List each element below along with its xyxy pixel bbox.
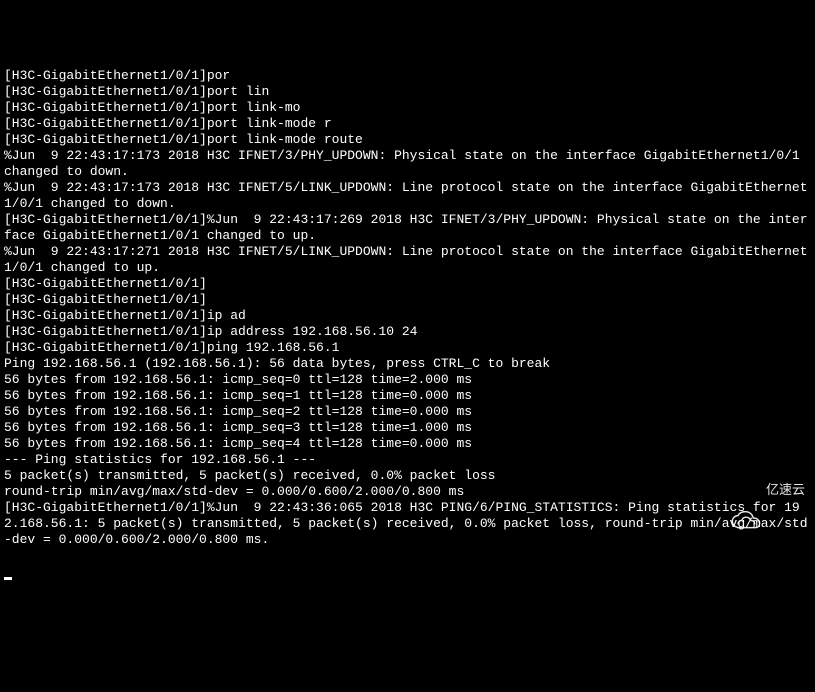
terminal-line: [H3C-GigabitEthernet1/0/1]port link-mo <box>4 100 811 116</box>
terminal-line: Ping 192.168.56.1 (192.168.56.1): 56 dat… <box>4 356 811 372</box>
terminal-line: 56 bytes from 192.168.56.1: icmp_seq=4 t… <box>4 436 811 452</box>
terminal-output[interactable]: [H3C-GigabitEthernet1/0/1]por[H3C-Gigabi… <box>4 68 811 580</box>
terminal-line: [H3C-GigabitEthernet1/0/1]ping 192.168.5… <box>4 340 811 356</box>
terminal-line: --- Ping statistics for 192.168.56.1 --- <box>4 452 811 468</box>
terminal-line: [H3C-GigabitEthernet1/0/1] <box>4 292 811 308</box>
terminal-line: 56 bytes from 192.168.56.1: icmp_seq=3 t… <box>4 420 811 436</box>
terminal-line: round-trip min/avg/max/std-dev = 0.000/0… <box>4 484 811 500</box>
cloud-icon <box>730 479 762 501</box>
cursor <box>4 577 12 580</box>
terminal-line: [H3C-GigabitEthernet1/0/1]ip ad <box>4 308 811 324</box>
terminal-line: 5 packet(s) transmitted, 5 packet(s) rec… <box>4 468 811 484</box>
terminal-line: [H3C-GigabitEthernet1/0/1] <box>4 276 811 292</box>
watermark: 亿速云 <box>730 479 805 501</box>
watermark-text: 亿速云 <box>766 482 805 498</box>
terminal-line <box>4 548 811 580</box>
terminal-line: 56 bytes from 192.168.56.1: icmp_seq=0 t… <box>4 372 811 388</box>
terminal-line: [H3C-GigabitEthernet1/0/1]%Jun 9 22:43:3… <box>4 500 811 548</box>
terminal-line: [H3C-GigabitEthernet1/0/1]port link-mode… <box>4 116 811 132</box>
terminal-line: 56 bytes from 192.168.56.1: icmp_seq=2 t… <box>4 404 811 420</box>
terminal-line: [H3C-GigabitEthernet1/0/1]port link-mode… <box>4 132 811 148</box>
terminal-line: %Jun 9 22:43:17:173 2018 H3C IFNET/3/PHY… <box>4 148 811 180</box>
terminal-line: 56 bytes from 192.168.56.1: icmp_seq=1 t… <box>4 388 811 404</box>
terminal-line: %Jun 9 22:43:17:173 2018 H3C IFNET/5/LIN… <box>4 180 811 212</box>
terminal-line: [H3C-GigabitEthernet1/0/1]%Jun 9 22:43:1… <box>4 212 811 244</box>
terminal-line: [H3C-GigabitEthernet1/0/1]ip address 192… <box>4 324 811 340</box>
terminal-line: [H3C-GigabitEthernet1/0/1]por <box>4 68 811 84</box>
terminal-line: [H3C-GigabitEthernet1/0/1]port lin <box>4 84 811 100</box>
terminal-line: %Jun 9 22:43:17:271 2018 H3C IFNET/5/LIN… <box>4 244 811 276</box>
